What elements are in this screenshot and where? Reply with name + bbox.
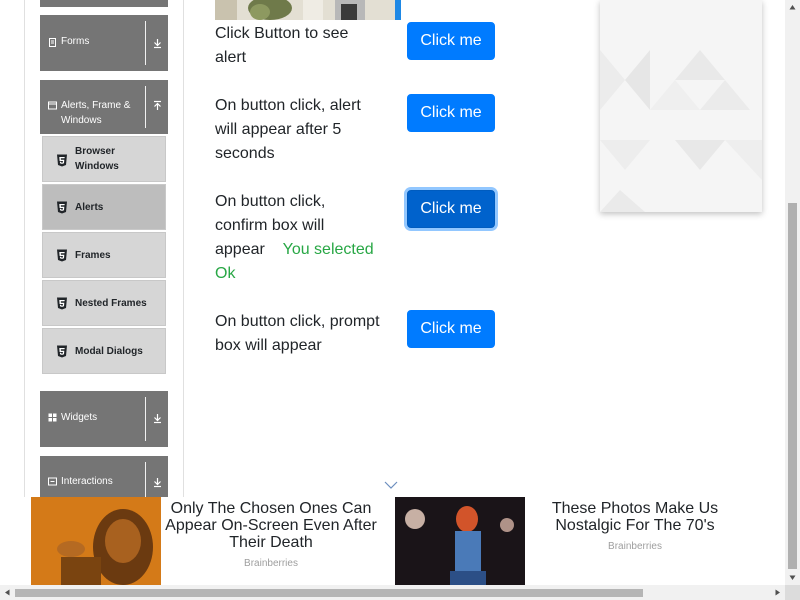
- group-interactions-label: Interactions: [61, 476, 113, 487]
- sidebar-item-label: Alerts: [75, 202, 104, 213]
- sidebar-item-alerts[interactable]: Alerts: [42, 184, 166, 230]
- sidebar-item-label: Frames: [75, 250, 111, 261]
- download-arrow-icon[interactable]: [152, 37, 163, 49]
- vertical-scroll-thumb[interactable]: [788, 203, 797, 569]
- alert-row-1-text: Click Button to see alert: [215, 25, 349, 66]
- confirm-button[interactable]: Click me: [407, 190, 495, 228]
- html5-icon: [57, 297, 67, 310]
- confirm-row-text: On button click, confirm box will appear…: [215, 190, 380, 286]
- form-icon: [49, 38, 56, 47]
- prompt-row-text: On button click, prompt box will appear: [215, 313, 380, 354]
- scroll-down-arrow-icon[interactable]: [789, 574, 796, 581]
- alert-button[interactable]: Click me: [407, 22, 495, 60]
- interactions-icon: [48, 477, 57, 486]
- group-forms[interactable]: Forms: [40, 15, 168, 71]
- ad-pattern: [600, 50, 762, 212]
- group-alerts-label-line2: Windows: [61, 115, 102, 126]
- timer-alert-row-text: On button click, alert will appear after…: [215, 97, 361, 162]
- group-divider: [145, 462, 146, 497]
- html5-icon: [57, 249, 67, 262]
- bottom-ad-bar: Only The Chosen Ones Can Appear On-Scree…: [0, 497, 785, 585]
- group-alerts-label-line1: Alerts, Frame &: [61, 100, 131, 111]
- sidebar-item-label: Modal Dialogs: [75, 346, 143, 357]
- group-divider: [145, 397, 146, 441]
- chevron-down-icon[interactable]: [384, 481, 398, 489]
- ad-1-title[interactable]: Only The Chosen Ones Can Appear On-Scree…: [164, 500, 378, 551]
- scroll-up-arrow-icon[interactable]: [789, 4, 796, 11]
- left-panel: Forms Alerts, Frame & Windows Browser Wi…: [24, 0, 184, 525]
- timer-alert-button[interactable]: Click me: [407, 94, 495, 132]
- sidebar-item-frames[interactable]: Frames: [42, 232, 166, 278]
- group-collapsed-top[interactable]: [40, 0, 168, 7]
- sidebar-item-label: Windows: [75, 161, 119, 172]
- scroll-left-arrow-icon[interactable]: [4, 589, 11, 596]
- grid-icon: [48, 413, 57, 422]
- html5-icon: [57, 201, 67, 214]
- html5-icon: [57, 345, 67, 358]
- scroll-right-arrow-icon[interactable]: [774, 589, 781, 596]
- ad-image-1-art: [31, 497, 161, 585]
- group-widgets-label: Widgets: [61, 412, 98, 423]
- ad-2-title[interactable]: These Photos Make Us Nostalgic For The 7…: [528, 500, 742, 534]
- html5-icon: [57, 154, 67, 167]
- ad-image-1[interactable]: [31, 497, 161, 585]
- group-widgets[interactable]: Widgets: [40, 391, 168, 447]
- window-icon: [48, 101, 57, 110]
- prompt-button[interactable]: Click me: [407, 310, 495, 348]
- download-arrow-icon[interactable]: [152, 476, 163, 488]
- ad-2-source: Brainberries: [608, 541, 662, 552]
- sidebar-item-label: Browser: [75, 146, 116, 157]
- ad-image-2-art: [395, 497, 525, 585]
- ad-image-2[interactable]: [395, 497, 525, 585]
- banner-image: [215, 0, 401, 20]
- group-divider: [145, 21, 146, 65]
- group-interactions[interactable]: Interactions: [40, 456, 168, 497]
- group-divider: [145, 86, 146, 128]
- sidebar-item-label: Nested Frames: [75, 298, 147, 309]
- banner-image-art: [215, 0, 401, 20]
- download-arrow-icon[interactable]: [152, 412, 163, 424]
- ad-1-source: Brainberries: [244, 558, 298, 569]
- group-forms-label: Forms: [61, 36, 90, 47]
- sidebar-item-nested-frames[interactable]: Nested Frames: [42, 280, 166, 326]
- sidebar-item-browser-windows[interactable]: Browser Windows: [42, 136, 166, 182]
- right-ad-card[interactable]: [600, 0, 762, 212]
- group-alerts-frame-windows[interactable]: Alerts, Frame & Windows: [40, 80, 168, 134]
- horizontal-scroll-thumb[interactable]: [15, 589, 643, 597]
- sidebar-item-modal-dialogs[interactable]: Modal Dialogs: [42, 328, 166, 374]
- upload-arrow-icon[interactable]: [152, 100, 163, 112]
- scrollbar-corner: [785, 585, 800, 600]
